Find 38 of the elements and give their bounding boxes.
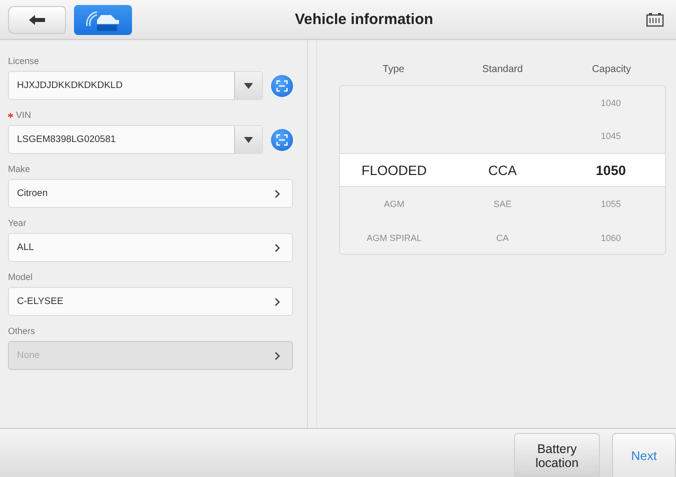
dropdown-button[interactable] <box>234 126 262 153</box>
chevron-right-icon <box>275 190 280 198</box>
chevron-right-icon <box>275 298 280 306</box>
battery-icon <box>646 12 664 27</box>
field-label: Others <box>8 326 36 336</box>
caret-down-icon <box>244 136 253 142</box>
column-header: Capacity <box>591 64 632 74</box>
select-field[interactable]: C-ELYSEE <box>8 287 293 316</box>
select-field[interactable]: Citroen <box>8 179 293 208</box>
field-label: Model <box>8 272 33 282</box>
picker-option[interactable]: FLOODED <box>340 162 448 178</box>
dropdown-button[interactable] <box>234 72 262 99</box>
battery-location-button[interactable]: Battery location <box>514 433 600 477</box>
scan-button[interactable] <box>271 128 293 150</box>
chevron-right-icon <box>275 352 280 360</box>
scan-button[interactable] <box>271 74 293 96</box>
picker-option[interactable]: 1050 <box>556 162 665 178</box>
back-arrow-icon <box>29 14 45 24</box>
field-label: Make <box>8 164 30 174</box>
field-label: License <box>8 56 40 66</box>
page-title: Vehicle information <box>294 11 434 28</box>
picker-option[interactable]: CCA <box>448 162 557 178</box>
battery-spec-picker[interactable]: 1040 1045 FLOODED CCA 1050 AGM SAE 1055 AGM SPIRAL CA 1060 <box>339 85 666 256</box>
combo-field[interactable]: LSGEM8398LG020581 <box>8 125 263 154</box>
scan-frame-icon <box>276 80 288 92</box>
column-header: Type <box>382 64 406 74</box>
scan-frame-icon <box>276 134 288 146</box>
field-label: VIN <box>16 110 32 120</box>
required-mark-icon <box>8 112 13 118</box>
select-field[interactable]: ALL <box>8 233 293 262</box>
vin-scan-button[interactable] <box>74 4 132 34</box>
column-header: Standard <box>481 64 524 74</box>
chevron-right-icon <box>275 244 280 252</box>
back-button[interactable] <box>8 6 66 34</box>
combo-field[interactable]: HJXJDJDKKDKDKDKLD <box>8 71 263 100</box>
next-button[interactable]: Next <box>612 433 676 477</box>
caret-down-icon <box>244 82 253 88</box>
field-label: Year <box>8 218 26 228</box>
